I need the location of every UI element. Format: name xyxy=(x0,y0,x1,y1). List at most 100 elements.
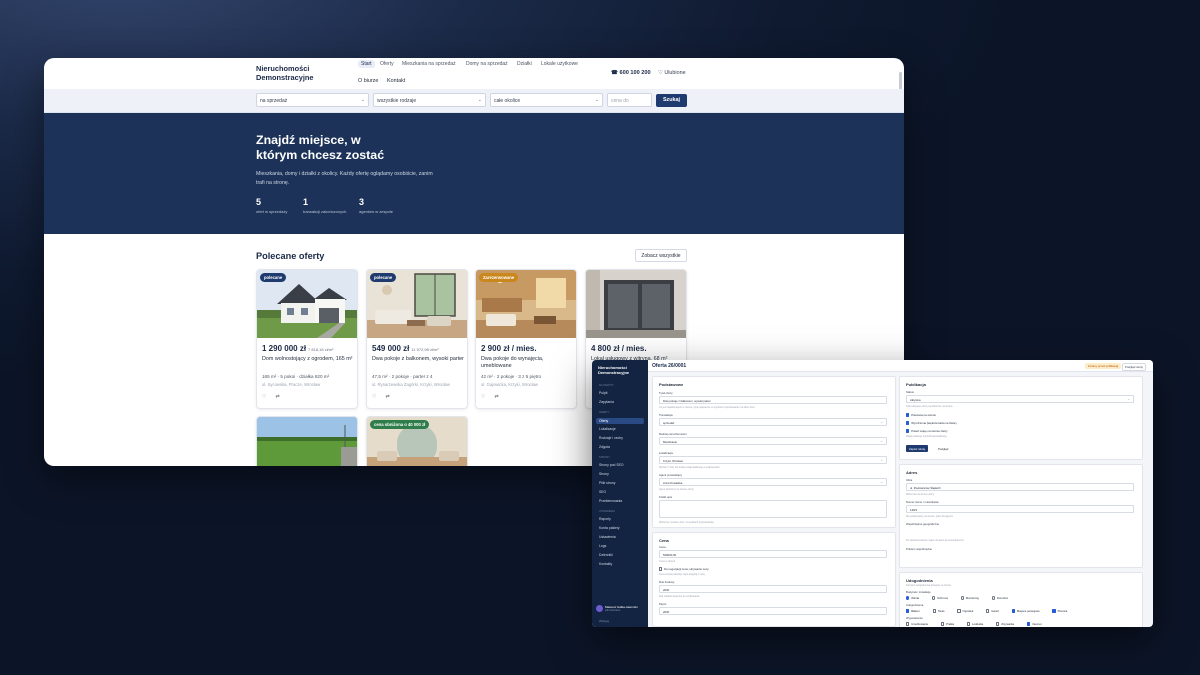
field-hint: Cena w złotych xyxy=(659,560,676,563)
sidebar-item-journals[interactable]: Dzienniki xyxy=(599,553,613,557)
option-garden[interactable]: Ogródek xyxy=(957,609,979,613)
offer-actions: ♡ ⇄ xyxy=(262,394,289,400)
show-map-checkbox[interactable]: Pokaż mapę na stronie oferty xyxy=(906,429,948,433)
option-monitoring[interactable]: Monitoring xyxy=(960,596,985,600)
compare-icon[interactable]: ⇄ xyxy=(385,394,389,400)
location-select[interactable]: całe okolice ⌄ xyxy=(490,93,603,107)
offer-title[interactable]: Dwa pokoje do wynajęcia, umeblowane xyxy=(481,356,573,370)
offer-card[interactable] xyxy=(256,416,358,466)
status-select[interactable]: Aktywna ⌄ xyxy=(906,395,1134,403)
negotiable-checkbox[interactable]: Do negocjacji cena; ukrywanie ceny xyxy=(659,567,709,571)
price-input[interactable]: 549000,00 xyxy=(659,550,887,558)
sidebar-item-logs[interactable]: Logs xyxy=(599,544,606,548)
sidebar-item-reports[interactable]: Raporty xyxy=(599,517,611,521)
offer-title[interactable]: Dwa pokoje z balkonem, wysoki parter xyxy=(372,356,464,363)
option-basement[interactable]: Piwnica xyxy=(1052,609,1073,613)
search-button[interactable]: Szukaj xyxy=(656,94,687,107)
transaction-select[interactable]: na sprzedaż ⌄ xyxy=(256,93,369,107)
section-title: Adres xyxy=(906,470,918,475)
pricing-panel: Cena Cena 549000,00 Cena w złotych Do ne… xyxy=(652,532,896,627)
agent-select[interactable]: Anna Kowalska ⌄ xyxy=(659,478,887,486)
sidebar-item-photos[interactable]: Zdjęcia xyxy=(599,445,610,449)
house-number-input[interactable]: 148/3 xyxy=(906,505,1134,513)
option-fridge[interactable]: Lodówka xyxy=(966,622,989,626)
nav-item-start[interactable]: Start xyxy=(358,60,375,68)
offer-card[interactable]: polecane 1 290 000 zł 7 818,18 zł/m² Dom … xyxy=(256,269,358,409)
get-coordinates-link[interactable]: Pobierz współrzędne xyxy=(906,547,932,551)
offer-card[interactable]: polecane 549 000 zł 11 572,98 zł/m² Dwa p… xyxy=(366,269,468,409)
heart-icon[interactable]: ♡ xyxy=(372,394,376,400)
user-role: Administrator xyxy=(605,609,621,612)
phone-link[interactable]: ☎ 600 100 200 xyxy=(611,70,651,76)
sidebar-item-settings[interactable]: Ustawienia xyxy=(599,535,616,539)
option-security[interactable]: Ochrona xyxy=(931,596,954,600)
chevron-down-icon: ⌄ xyxy=(880,420,883,424)
option-parking[interactable]: Miejsce postojowe xyxy=(1011,609,1046,613)
favorites-link[interactable]: ♡ Ulubione xyxy=(658,70,686,76)
field-label: Wyposażenie xyxy=(906,616,923,620)
heart-icon[interactable]: ♡ xyxy=(262,394,266,400)
sidebar-item-seo-pages[interactable]: Strony pod SEO xyxy=(599,463,624,467)
short-description-textarea[interactable] xyxy=(659,500,887,518)
offer-title[interactable]: Dom wolnostojący z ogrodem, 165 m² xyxy=(262,356,354,363)
street-input[interactable]: ul. Powstańców Śląskich xyxy=(906,483,1134,491)
sidebar-item-dashboard[interactable]: Pulpit xyxy=(599,391,607,395)
property-type-select[interactable]: Mieszkanie ⌄ xyxy=(659,437,887,445)
nav-item-flats[interactable]: Mieszkania na sprzedaż xyxy=(402,61,456,67)
sidebar-item-offers[interactable]: Oferty xyxy=(596,418,644,424)
highlighted-checkbox[interactable]: Wyróżniona (większa karta na liście) xyxy=(906,421,956,425)
type-select[interactable]: wszystkie rodzaje ⌄ xyxy=(373,93,486,107)
option-furniture[interactable]: Umeblowanie xyxy=(906,622,934,626)
option-elevator[interactable]: Winda xyxy=(906,596,925,600)
sidebar-item-seo[interactable]: SEO xyxy=(599,490,606,494)
field-label: Ulica xyxy=(906,478,913,482)
nav-item-contact[interactable]: Kontakt xyxy=(387,78,405,84)
field-hint: Mapa pokazuje przybliżoną lokalizację. xyxy=(906,435,948,438)
admin-logo[interactable]: Nieruchomości Demonstracyjne xyxy=(598,365,646,375)
option-internet[interactable]: Internet xyxy=(1026,622,1048,626)
field-label: Transakcja xyxy=(659,413,673,417)
sidebar-item-inquiries[interactable]: Zapytania xyxy=(599,400,614,404)
see-all-button[interactable]: Zobacz wszystkie xyxy=(635,249,687,262)
preview-button[interactable]: Podgląd xyxy=(938,447,948,451)
sidebar-item-packages[interactable]: Konta pakiety xyxy=(599,526,620,530)
nav-item-houses[interactable]: Domy na sprzedaż xyxy=(466,61,508,67)
view-offer-button[interactable]: Podgląd oferty xyxy=(1122,363,1147,371)
option-garage[interactable]: Garaż xyxy=(986,609,1005,613)
offer-photo-house: polecane xyxy=(257,270,357,338)
offer-card[interactable]: cena obniżona o 40 000 zł xyxy=(366,416,468,466)
transaction-select[interactable]: sprzedaż ⌄ xyxy=(659,418,887,426)
site-logo[interactable]: Nieruchomości Demonstracyjne xyxy=(256,64,326,82)
logout-link[interactable]: Wyloguj xyxy=(599,619,609,623)
option-dishwasher[interactable]: Zmywarka xyxy=(996,622,1020,626)
title-input[interactable]: Dwa pokoje z balkonem, wysoki parter xyxy=(659,396,887,404)
nav-item-plots[interactable]: Działki xyxy=(517,61,532,67)
floor-input[interactable]: 2020 xyxy=(659,607,887,615)
option-terrace[interactable]: Taras xyxy=(932,609,951,613)
nav-item-offers[interactable]: Oferty xyxy=(380,61,394,67)
compare-icon[interactable]: ⇄ xyxy=(494,394,498,400)
plot-photo-image xyxy=(257,417,357,466)
sidebar-item-redirects[interactable]: Przekierowania xyxy=(599,499,622,503)
location-select[interactable]: Krzyki, Wrocław ⌄ xyxy=(659,456,887,464)
sidebar-item-locations[interactable]: Lokalizacje xyxy=(599,427,616,431)
save-button[interactable]: Zapisz ofertę xyxy=(906,445,929,452)
option-washer[interactable]: Pralka xyxy=(940,622,960,626)
option-balcony[interactable]: Balkon xyxy=(906,609,926,613)
max-price-input[interactable]: cena do xyxy=(607,93,652,107)
sidebar-section-label: Ustawienia xyxy=(599,510,615,513)
nav-item-commercial[interactable]: Lokale użytkowe xyxy=(541,61,578,67)
field-label: Piętro xyxy=(659,602,667,606)
year-input[interactable]: 2020 xyxy=(659,585,887,593)
sidebar-item-pages[interactable]: Strony xyxy=(599,472,609,476)
compare-icon[interactable]: ⇄ xyxy=(275,394,279,400)
sidebar-item-types[interactable]: Rodzaje i cechy xyxy=(599,436,623,440)
option-intercom[interactable]: Domofon xyxy=(991,596,1015,600)
sidebar-item-contacts[interactable]: Kontakty xyxy=(599,562,612,566)
featured-checkbox[interactable]: Polecana na stronie xyxy=(906,413,936,417)
address-panel: Adres Ulica ul. Powstańców Śląskich Wido… xyxy=(899,464,1143,568)
heart-icon[interactable]: ♡ xyxy=(481,394,485,400)
sidebar-item-files[interactable]: Pliki strony xyxy=(599,481,615,485)
nav-item-about[interactable]: O biurze xyxy=(358,78,378,84)
offer-card[interactable]: Zarezerwowane 2 900 zł / mies. Dwa pokoj… xyxy=(475,269,577,409)
